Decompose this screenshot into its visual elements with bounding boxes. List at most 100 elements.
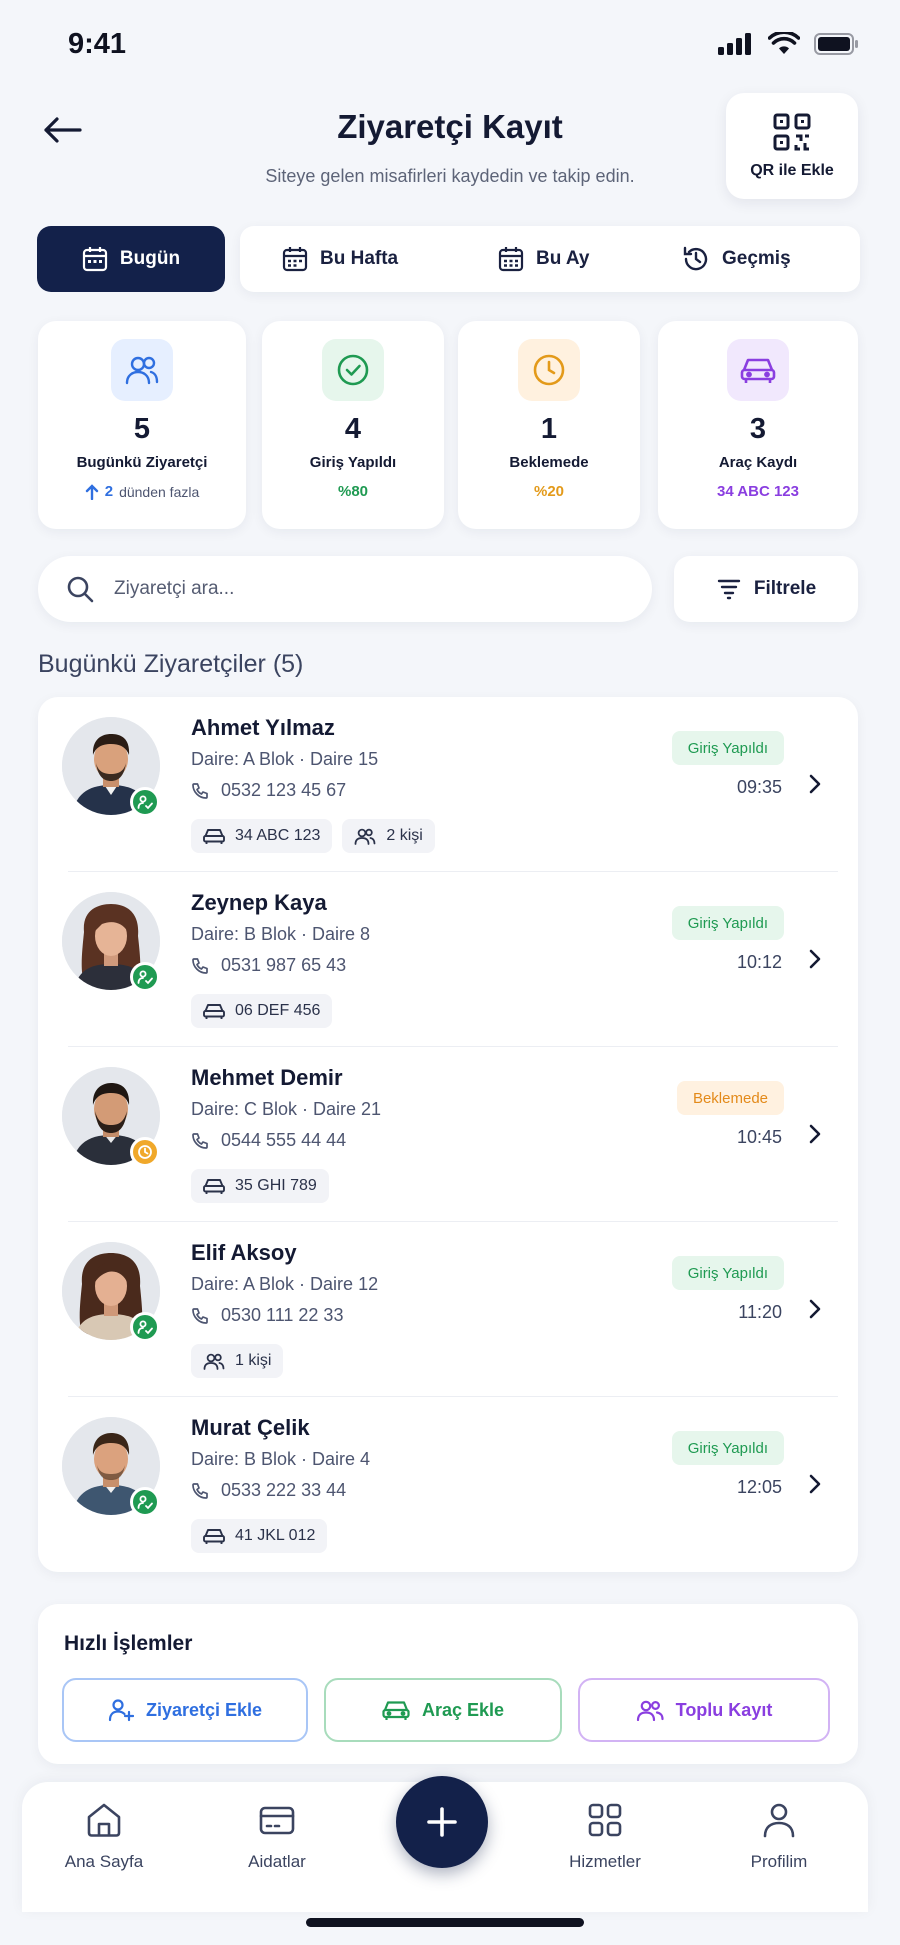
visitor-phone: 0544 555 44 44 xyxy=(191,1130,346,1151)
bulk-register-label: Toplu Kayıt xyxy=(675,1699,773,1720)
quick-actions-title: Hızlı İşlemler xyxy=(64,1632,193,1655)
nav-services[interactable]: Hizmetler xyxy=(540,1800,670,1872)
visitor-chips: 35 GHI 789 xyxy=(191,1169,329,1203)
visitor-name: Murat Çelik xyxy=(191,1415,310,1440)
visitor-name: Ahmet Yılmaz xyxy=(191,715,335,740)
tab-history-label: Geçmiş xyxy=(722,248,791,269)
add-vehicle-button[interactable]: Araç Ekle xyxy=(324,1678,562,1742)
phone-icon xyxy=(192,1132,208,1149)
checked-in-badge xyxy=(130,962,160,992)
visitor-row[interactable]: Zeynep Kaya Daire: B Blok · Daire 8 0531… xyxy=(38,872,858,1047)
check-circle-icon xyxy=(337,354,369,386)
visitor-row[interactable]: Elif Aksoy Daire: A Blok · Daire 12 0530… xyxy=(38,1222,858,1397)
filter-button[interactable]: Filtrele xyxy=(674,556,858,622)
tab-this-month-label: Bu Ay xyxy=(536,248,590,269)
user-check-icon xyxy=(137,1495,153,1510)
stat-sub: %80 xyxy=(337,483,369,500)
stat-value: 1 xyxy=(540,413,558,445)
stat-icon-visitors xyxy=(111,339,173,401)
chevron-right-icon xyxy=(808,1294,828,1324)
tab-this-week-label: Bu Hafta xyxy=(320,248,399,269)
users-icon xyxy=(203,1353,225,1370)
visitor-chips: 06 DEF 456 xyxy=(191,994,333,1028)
phone-icon xyxy=(192,1307,208,1324)
visitor-row[interactable]: Murat Çelik Daire: B Blok · Daire 4 0533… xyxy=(38,1397,858,1572)
phone-icon xyxy=(192,957,208,974)
visitor-phone: 0533 222 33 44 xyxy=(191,1480,346,1501)
stat-sub-value: 2 xyxy=(104,483,114,500)
people-chip: 2 kişi xyxy=(342,819,435,853)
plate-chip: 35 GHI 789 xyxy=(191,1169,329,1203)
visitor-name: Zeynep Kaya xyxy=(191,890,327,915)
plate-text: 35 GHI 789 xyxy=(235,1177,317,1194)
chevron-right-icon xyxy=(808,944,828,974)
nav-home[interactable]: Ana Sayfa xyxy=(39,1800,169,1872)
tab-this-week[interactable]: Bu Hafta xyxy=(282,226,398,292)
chevron-right-icon xyxy=(808,769,828,799)
visitor-row[interactable]: Ahmet Yılmaz Daire: A Blok · Daire 15 05… xyxy=(38,697,858,872)
checked-in-badge xyxy=(130,1312,160,1342)
users-icon xyxy=(125,356,159,385)
filter-icon xyxy=(717,579,741,600)
nav-home-label: Ana Sayfa xyxy=(64,1852,144,1871)
search-input[interactable] xyxy=(114,578,594,600)
add-visitor-button[interactable]: Ziyaretçi Ekle xyxy=(62,1678,308,1742)
visitor-row[interactable]: Mehmet Demir Daire: C Blok · Daire 21 05… xyxy=(38,1047,858,1222)
filter-label: Filtrele xyxy=(753,578,817,599)
section-title: Bugünkü Ziyaretçiler (5) xyxy=(38,650,304,678)
visitor-phone: 0532 123 45 67 xyxy=(191,780,346,801)
calendar-icon xyxy=(82,247,108,272)
grid-icon xyxy=(588,1803,622,1837)
phone-icon xyxy=(192,782,208,799)
stat-sub-text: dünden fazla xyxy=(119,483,200,500)
tab-group: Bu Hafta Bu Ay Geçmiş xyxy=(240,226,860,292)
nav-dues[interactable]: Aidatlar xyxy=(212,1800,342,1872)
bulk-register-button[interactable]: Toplu Kayıt xyxy=(578,1678,830,1742)
visitor-phone-number: 0532 123 45 67 xyxy=(221,780,347,800)
battery-icon xyxy=(814,33,858,55)
visitor-name: Elif Aksoy xyxy=(191,1240,297,1265)
visitor-chips: 41 JKL 012 xyxy=(191,1519,328,1553)
status-icons xyxy=(718,32,860,56)
history-icon xyxy=(683,246,708,271)
stat-label: Araç Kaydı xyxy=(718,454,798,471)
chevron-right-icon xyxy=(808,1119,828,1149)
qr-add-button[interactable]: QR ile Ekle xyxy=(726,93,858,199)
tab-today[interactable]: Bugün xyxy=(37,226,225,292)
checked-in-badge xyxy=(130,787,160,817)
arrow-up-icon xyxy=(85,483,98,500)
stat-icon-pending xyxy=(518,339,580,401)
plate-text: 34 ABC 123 xyxy=(235,827,321,844)
stat-label: Beklemede xyxy=(509,454,589,471)
stat-card-checked-in: 4 Giriş Yapıldı %80 xyxy=(262,321,444,529)
visitor-unit: Daire: B Blok · Daire 4 xyxy=(191,1449,371,1469)
visitor-phone: 0530 111 22 33 xyxy=(191,1305,343,1326)
checked-in-badge xyxy=(130,1487,160,1517)
nav-dues-label: Aidatlar xyxy=(248,1852,306,1871)
user-check-icon xyxy=(137,1320,153,1335)
visitor-phone-number: 0544 555 44 44 xyxy=(221,1130,347,1150)
users-icon xyxy=(636,1700,664,1721)
tab-this-month[interactable]: Bu Ay xyxy=(498,226,589,292)
tab-history[interactable]: Geçmiş xyxy=(682,226,791,292)
search-icon xyxy=(67,576,94,603)
user-icon xyxy=(763,1803,795,1838)
calendar-week-icon xyxy=(282,247,308,272)
people-chip: 1 kişi xyxy=(191,1344,284,1378)
user-plus-icon xyxy=(108,1699,134,1722)
visitor-unit: Daire: C Blok · Daire 21 xyxy=(191,1099,382,1119)
plate-text: 06 DEF 456 xyxy=(235,1002,321,1019)
status-time: 9:41 xyxy=(68,28,127,60)
car-icon xyxy=(382,1701,410,1720)
stat-card-vehicles: 3 Araç Kaydı 34 ABC 123 xyxy=(658,321,858,529)
add-fab-button[interactable] xyxy=(396,1776,488,1868)
pending-badge xyxy=(130,1137,160,1167)
user-check-icon xyxy=(137,970,153,985)
stat-card-pending: 1 Beklemede %20 xyxy=(458,321,640,529)
user-check-icon xyxy=(137,795,153,810)
visitor-list: Ahmet Yılmaz Daire: A Blok · Daire 15 05… xyxy=(38,697,858,1572)
stat-label: Giriş Yapıldı xyxy=(309,454,397,471)
visitor-unit: Daire: A Blok · Daire 12 xyxy=(191,1274,379,1294)
nav-profile[interactable]: Profilim xyxy=(714,1800,844,1872)
plate-chip: 34 ABC 123 xyxy=(191,819,333,853)
